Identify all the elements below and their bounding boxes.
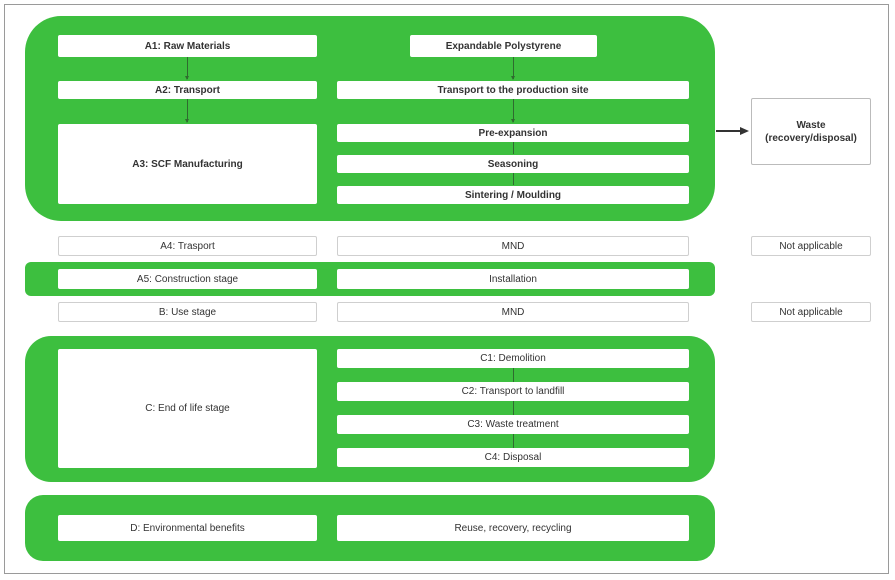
c-end-of-life-box: C: End of life stage <box>58 349 317 468</box>
sintering-moulding-box: Sintering / Moulding <box>337 186 689 204</box>
pre-expansion-box: Pre-expansion <box>337 124 689 142</box>
arrowhead-a2-a3 <box>185 119 189 123</box>
seasoning-box: Seasoning <box>337 155 689 173</box>
b-mnd-box: MND <box>337 302 689 322</box>
a3-scf-manufacturing-box: A3: SCF Manufacturing <box>58 124 317 204</box>
expandable-polystyrene-box: Expandable Polystyrene <box>410 35 597 57</box>
a4-transport-box: A4: Trasport <box>58 236 317 256</box>
arrow-pre-seasoning <box>513 142 514 154</box>
arrow-to-waste <box>716 130 742 132</box>
arrow-c1-c2 <box>513 368 514 382</box>
waste-title: Waste <box>796 119 826 131</box>
arrowhead-a1-a2 <box>185 76 189 80</box>
d-environmental-benefits-box: D: Environmental benefits <box>58 515 317 541</box>
a2-transport-box: A2: Transport <box>58 81 317 99</box>
b-use-stage-box: B: Use stage <box>58 302 317 322</box>
arrowhead-transport-preexpansion <box>511 119 515 123</box>
a1-raw-materials-box: A1: Raw Materials <box>58 35 317 57</box>
transport-to-production-site-box: Transport to the production site <box>337 81 689 99</box>
arrow-seasoning-sintering <box>513 173 514 185</box>
installation-box: Installation <box>337 269 689 289</box>
c4-disposal-box: C4: Disposal <box>337 448 689 467</box>
c1-demolition-box: C1: Demolition <box>337 349 689 368</box>
a4-not-applicable-box: Not applicable <box>751 236 871 256</box>
arrow-c3-c4 <box>513 434 514 448</box>
b-not-applicable-box: Not applicable <box>751 302 871 322</box>
a5-construction-stage-box: A5: Construction stage <box>58 269 317 289</box>
arrowhead-to-waste <box>740 127 749 135</box>
c2-transport-landfill-box: C2: Transport to landfill <box>337 382 689 401</box>
a4-mnd-box: MND <box>337 236 689 256</box>
c3-waste-treatment-box: C3: Waste treatment <box>337 415 689 434</box>
arrowhead-eps-transport <box>511 76 515 80</box>
reuse-recovery-recycling-box: Reuse, recovery, recycling <box>337 515 689 541</box>
waste-box: Waste (recovery/disposal) <box>751 98 871 165</box>
arrow-c2-c3 <box>513 401 514 415</box>
waste-subtitle: (recovery/disposal) <box>765 132 857 144</box>
